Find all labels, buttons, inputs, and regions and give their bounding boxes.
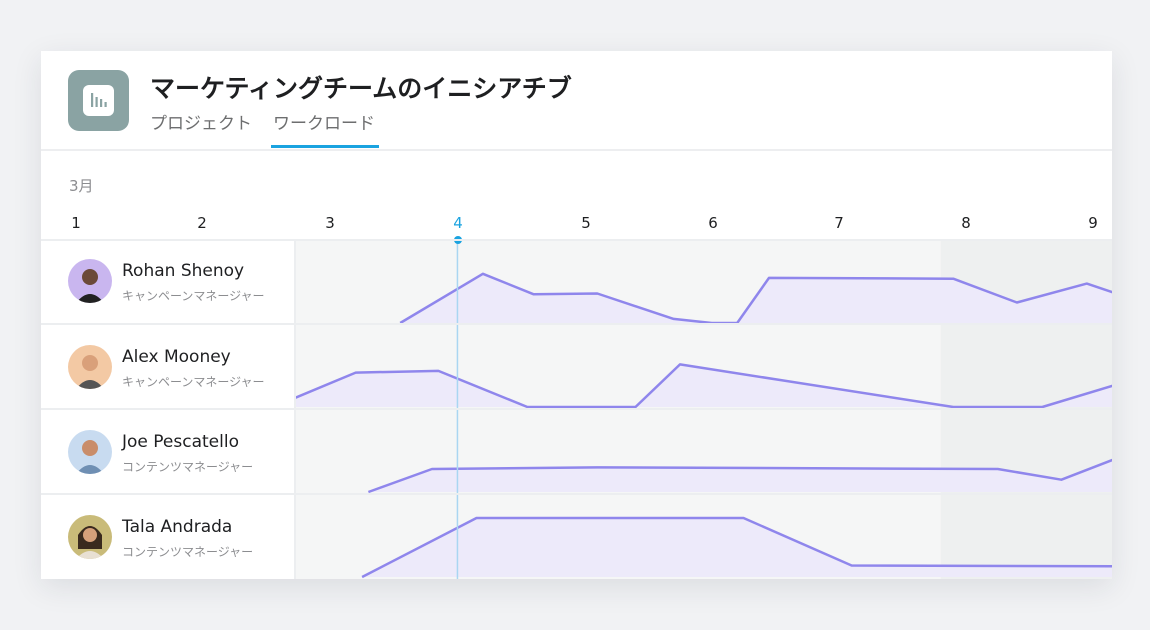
person-row[interactable]: Alex Mooney キャンペーンマネージャー: [41, 325, 294, 409]
person-name: Rohan Shenoy: [122, 261, 245, 281]
day-label: 9: [1088, 214, 1098, 232]
person-row[interactable]: Rohan Shenoy キャンペーンマネージャー: [41, 241, 294, 325]
person-row[interactable]: Tala Andrada コンテンツマネージャー: [41, 495, 294, 579]
day-label: 3: [325, 214, 335, 232]
person-name: Joe Pescatello: [122, 432, 239, 452]
column-divider: [294, 239, 296, 579]
avatar[interactable]: [68, 515, 112, 559]
month-label: 3月: [69, 177, 94, 195]
avatar[interactable]: [68, 345, 112, 389]
avatar[interactable]: [68, 259, 112, 303]
workload-chart: [296, 241, 1112, 579]
day-label: 7: [834, 214, 844, 232]
workload-card: マーケティングチームのイニシアチブ プロジェクト ワークロード 3月 1 2 3…: [41, 51, 1112, 579]
project-header: マーケティングチームのイニシアチブ プロジェクト ワークロード: [41, 51, 1112, 151]
person-role: キャンペーンマネージャー: [122, 289, 265, 303]
day-label: 2: [197, 214, 207, 232]
person-name: Alex Mooney: [122, 347, 231, 367]
day-label-today: 4: [453, 214, 463, 232]
bar-chart-icon[interactable]: [68, 70, 129, 131]
tab-workload[interactable]: ワークロード: [273, 109, 375, 134]
person-role: コンテンツマネージャー: [122, 460, 254, 474]
day-label: 6: [708, 214, 718, 232]
person-name: Tala Andrada: [122, 517, 233, 537]
person-role: キャンペーンマネージャー: [122, 375, 265, 389]
person-row[interactable]: Joe Pescatello コンテンツマネージャー: [41, 410, 294, 494]
page-title: マーケティングチームのイニシアチブ: [150, 74, 572, 103]
avatar[interactable]: [68, 430, 112, 474]
person-role: コンテンツマネージャー: [122, 545, 254, 559]
tab-projects[interactable]: プロジェクト: [150, 109, 252, 134]
active-tab-indicator: [271, 145, 379, 148]
day-label: 8: [961, 214, 971, 232]
day-label: 5: [581, 214, 591, 232]
day-label: 1: [71, 214, 81, 232]
